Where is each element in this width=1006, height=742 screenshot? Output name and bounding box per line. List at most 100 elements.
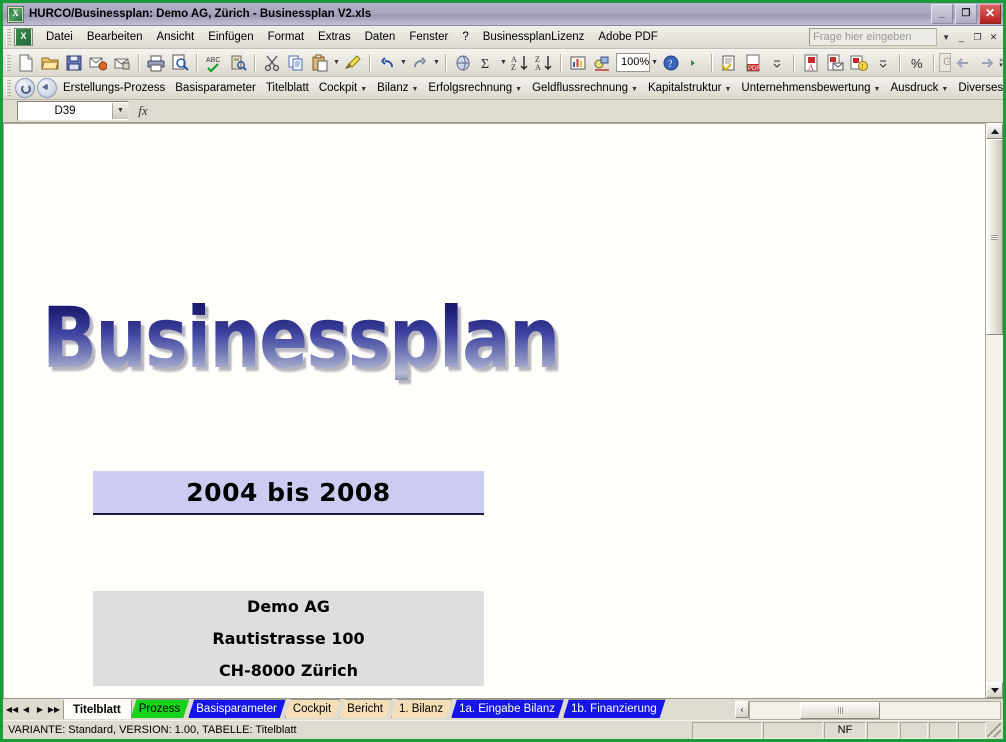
undo-icon[interactable] bbox=[376, 52, 398, 74]
tab-nav-prev-icon[interactable]: ◀ bbox=[19, 701, 33, 718]
menu-grip-handle[interactable] bbox=[6, 29, 11, 45]
autosum-icon[interactable]: Σ bbox=[476, 52, 498, 74]
sheet-tab-bericht[interactable]: Bericht bbox=[339, 699, 392, 718]
menu-item-datei[interactable]: Datei bbox=[39, 29, 80, 45]
zoom-chevron-down-icon[interactable]: ▼ bbox=[650, 59, 659, 66]
percent-style-icon[interactable]: % bbox=[906, 52, 928, 74]
scroll-down-icon[interactable] bbox=[986, 682, 1003, 698]
redo-chevron-down-icon[interactable]: ▼ bbox=[432, 59, 441, 66]
print-preview-icon[interactable] bbox=[169, 52, 191, 74]
toolbar-more-buttons-icon[interactable]: » ▾ bbox=[999, 52, 1003, 74]
menu-item-fenster[interactable]: Fenster bbox=[402, 29, 455, 45]
name-box[interactable]: D39 ▼ bbox=[17, 101, 129, 121]
nav-item-erfolgsrechnung[interactable]: Erfolgsrechnung ▼ bbox=[423, 80, 527, 96]
cut-scissors-icon[interactable] bbox=[261, 52, 283, 74]
hyperlink-icon[interactable] bbox=[452, 52, 474, 74]
help-icon[interactable]: ? bbox=[660, 52, 682, 74]
arrow-right-icon[interactable] bbox=[976, 52, 998, 74]
worksheet-titelblatt[interactable]: Businessplan 2004 bis 2008 Demo AG Rauti… bbox=[3, 123, 985, 698]
sheet-tab-1a-eingabe-bilanz[interactable]: 1a. Eingabe Bilanz bbox=[451, 699, 564, 718]
sheet-tab-basisparameter[interactable]: Basisparameter bbox=[188, 699, 286, 718]
vertical-scroll-track[interactable] bbox=[986, 139, 1003, 682]
document-minimize-button[interactable]: _ bbox=[955, 31, 968, 44]
paste-options-chevron-down-icon[interactable]: ▼ bbox=[332, 59, 341, 66]
ask-a-question-input[interactable]: Frage hier eingeben bbox=[809, 28, 938, 46]
redo-icon[interactable] bbox=[409, 52, 431, 74]
nav-item-titelblatt[interactable]: Titelblatt bbox=[261, 80, 314, 96]
adobe-acrobat-icon[interactable]: A bbox=[800, 52, 822, 74]
nav-item-kapitalstruktur[interactable]: Kapitalstruktur ▼ bbox=[643, 80, 736, 96]
paste-icon[interactable] bbox=[309, 52, 331, 74]
menu-item-extras[interactable]: Extras bbox=[311, 29, 358, 45]
scroll-left-icon[interactable]: ‹ bbox=[735, 701, 749, 718]
chart-wizard-icon[interactable] bbox=[567, 52, 589, 74]
insert-function-icon[interactable]: fx bbox=[129, 103, 157, 119]
drawing-icon[interactable] bbox=[591, 52, 613, 74]
adobe-overflow-icon[interactable] bbox=[766, 52, 788, 74]
vertical-scrollbar[interactable] bbox=[985, 123, 1003, 698]
chevron-down-icon[interactable]: ▼ bbox=[112, 103, 128, 119]
menu-item-help[interactable]: ? bbox=[455, 29, 475, 45]
menu-item-einfuegen[interactable]: Einfügen bbox=[201, 29, 260, 45]
nav-item-geldflussrechnung[interactable]: Geldflussrechnung ▼ bbox=[527, 80, 643, 96]
vertical-scroll-thumb[interactable] bbox=[986, 139, 1003, 335]
formula-input[interactable] bbox=[157, 102, 1001, 120]
nav-back-icon[interactable] bbox=[37, 78, 57, 98]
horizontal-scroll-thumb[interactable] bbox=[800, 701, 880, 719]
minimize-button[interactable]: _ bbox=[931, 4, 953, 24]
copy-icon[interactable] bbox=[285, 52, 307, 74]
maximize-button[interactable]: ❐ bbox=[955, 4, 977, 24]
spelling-check-icon[interactable]: ABC bbox=[203, 52, 225, 74]
validity-dropdown[interactable]: Gültigkeit... bbox=[939, 53, 952, 72]
nav-item-erstellungs-prozess[interactable]: Erstellungs-Prozess bbox=[58, 80, 170, 96]
permission-icon[interactable] bbox=[111, 52, 133, 74]
new-document-icon[interactable] bbox=[15, 52, 37, 74]
nav-item-cockpit[interactable]: Cockpit ▼ bbox=[314, 80, 372, 96]
nav-item-basisparameter[interactable]: Basisparameter bbox=[170, 80, 261, 96]
close-button[interactable]: ✕ bbox=[979, 4, 1001, 24]
sheet-tab-prozess[interactable]: Prozess bbox=[131, 699, 190, 718]
tab-nav-first-icon[interactable]: ◀◀ bbox=[5, 701, 19, 718]
undo-chevron-down-icon[interactable]: ▼ bbox=[399, 59, 408, 66]
menu-item-businessplanlizenz[interactable]: BusinessplanLizenz bbox=[476, 29, 592, 45]
adobe-comment-icon[interactable]: ! bbox=[848, 52, 870, 74]
sheet-tab-1b-finanzierung[interactable]: 1b. Finanzierung bbox=[563, 699, 666, 718]
sheet-tab-1-bilanz[interactable]: 1. Bilanz bbox=[391, 699, 452, 718]
toolbar-grip-handle[interactable] bbox=[6, 54, 11, 71]
sort-ascending-icon[interactable]: AZ bbox=[509, 52, 531, 74]
arrow-left-icon[interactable] bbox=[952, 52, 974, 74]
toolbar-overflow-icon[interactable] bbox=[684, 52, 706, 74]
nav-item-diverses[interactable]: Diverses▼ bbox=[953, 80, 1003, 96]
menu-item-daten[interactable]: Daten bbox=[358, 29, 403, 45]
chevron-down-icon[interactable]: ▼ bbox=[940, 33, 952, 42]
sheet-tab-titelblatt[interactable]: Titelblatt bbox=[63, 699, 132, 719]
tab-nav-last-icon[interactable]: ▶▶ bbox=[47, 701, 61, 718]
horizontal-scrollbar[interactable] bbox=[749, 700, 1001, 720]
print-icon[interactable] bbox=[145, 52, 167, 74]
menu-item-adobe-pdf[interactable]: Adobe PDF bbox=[591, 29, 664, 45]
scroll-up-icon[interactable] bbox=[986, 123, 1003, 139]
sort-descending-icon[interactable]: ZA bbox=[533, 52, 555, 74]
menu-item-format[interactable]: Format bbox=[261, 29, 311, 45]
nav-item-unternehmensbewertung[interactable]: Unternehmensbewertung ▼ bbox=[736, 80, 885, 96]
menu-item-bearbeiten[interactable]: Bearbeiten bbox=[80, 29, 150, 45]
adobe-pdf-icon[interactable]: PDF bbox=[742, 52, 764, 74]
adobe-email-icon[interactable] bbox=[824, 52, 846, 74]
document-excel-icon[interactable] bbox=[14, 28, 33, 46]
nav-forward-icon[interactable] bbox=[15, 78, 35, 98]
resize-grip-icon[interactable] bbox=[987, 723, 1001, 737]
zoom-input[interactable]: 100% bbox=[616, 53, 651, 72]
document-restore-button[interactable]: ❐ bbox=[971, 31, 984, 44]
nav-item-ausdruck[interactable]: Ausdruck ▼ bbox=[885, 80, 953, 96]
research-icon[interactable] bbox=[227, 52, 249, 74]
tab-nav-next-icon[interactable]: ▶ bbox=[33, 701, 47, 718]
format-painter-icon[interactable] bbox=[342, 52, 364, 74]
menu-item-ansicht[interactable]: Ansicht bbox=[149, 29, 201, 45]
adobe-convert-icon[interactable] bbox=[718, 52, 740, 74]
nav-item-bilanz[interactable]: Bilanz ▼ bbox=[372, 80, 423, 96]
sheet-tab-cockpit[interactable]: Cockpit bbox=[285, 699, 340, 718]
email-icon[interactable] bbox=[87, 52, 109, 74]
adobe-toolbar-overflow-icon[interactable] bbox=[872, 52, 894, 74]
save-disk-icon[interactable] bbox=[63, 52, 85, 74]
document-close-button[interactable]: ✕ bbox=[987, 31, 1000, 44]
